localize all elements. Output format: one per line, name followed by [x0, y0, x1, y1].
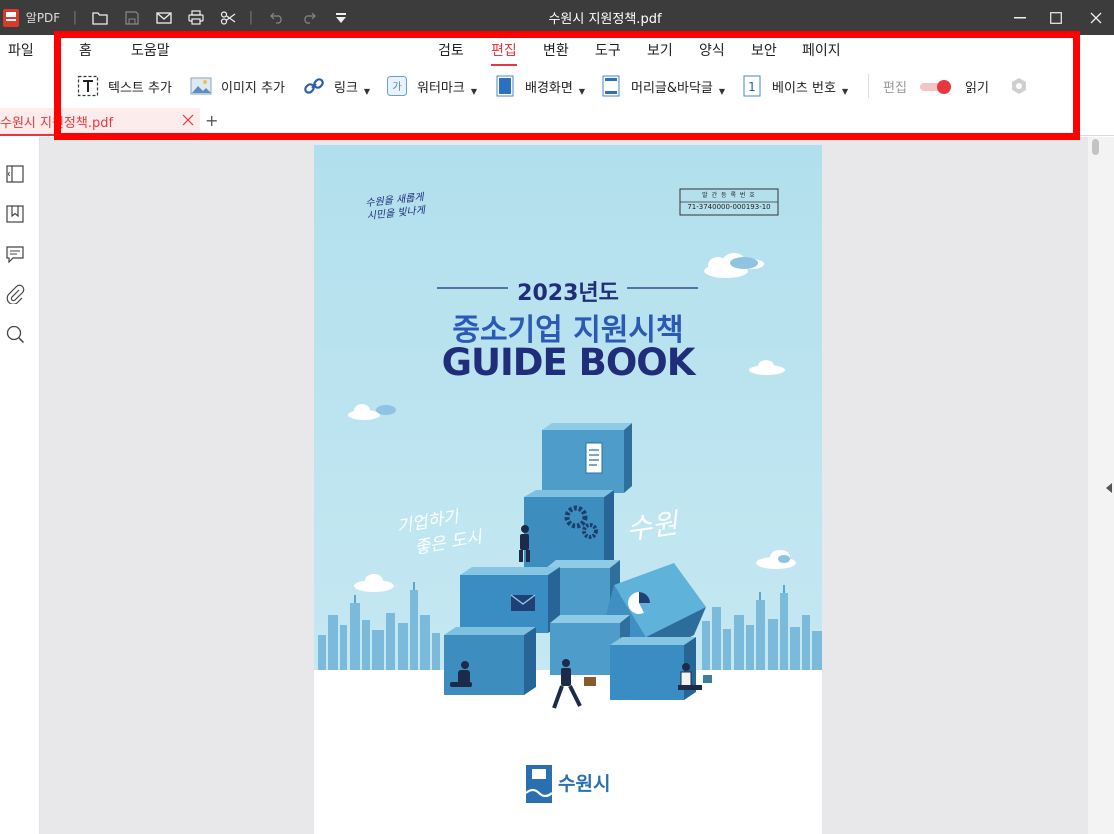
registration-number: 71-3740000-000193-10 — [680, 203, 778, 211]
menu-review[interactable]: 검토 — [438, 40, 464, 60]
chevron-down-icon[interactable]: ▼ — [364, 87, 370, 96]
edit-read-toggle[interactable] — [918, 79, 954, 95]
bookmark-icon[interactable] — [4, 203, 26, 225]
background-icon — [494, 75, 516, 97]
svg-text:1: 1 — [748, 80, 756, 94]
document-tab[interactable]: 수원시 지원정책.pdf — [0, 108, 200, 136]
minimize-icon[interactable] — [1004, 0, 1036, 35]
settings-icon[interactable] — [1009, 76, 1029, 96]
undo-icon[interactable] — [266, 0, 288, 35]
panel-toggle-icon[interactable] — [4, 163, 26, 185]
chevron-down-icon[interactable]: ▼ — [719, 87, 725, 96]
toolbar-divider — [868, 74, 869, 98]
link-label: 링크 — [334, 77, 358, 96]
bates-number-label: 베이츠 번호 — [772, 77, 836, 96]
link-button[interactable]: 링크 ▼ — [303, 72, 370, 100]
menu-home[interactable]: 홈 — [79, 40, 92, 60]
read-mode-label: 읽기 — [965, 72, 989, 100]
header-footer-icon — [600, 75, 622, 97]
edit-mode-label: 편집 — [883, 72, 907, 100]
menu-convert[interactable]: 변환 — [543, 40, 569, 60]
mail-icon[interactable] — [153, 0, 175, 35]
menu-tools[interactable]: 도구 — [595, 40, 621, 60]
document-tab-bar: 수원시 지원정책.pdf + — [0, 108, 1114, 136]
menu-security[interactable]: 보안 — [751, 40, 777, 60]
maximize-icon[interactable] — [1040, 0, 1072, 35]
app-logo-icon — [0, 0, 22, 35]
header-footer-button[interactable]: 머리글&바닥글 ▼ — [600, 72, 725, 100]
menu-edit[interactable]: 편집 — [491, 40, 517, 60]
add-image-label: 이미지 추가 — [221, 77, 285, 96]
add-image-button[interactable]: 이미지 추가 — [190, 72, 285, 100]
cover-subtitle: GUIDE BOOK — [314, 341, 822, 384]
pdf-page: 수원을 새롭게 시민을 빛나게 발 간 등 록 번 호 71-3740000-0… — [314, 145, 822, 834]
background-label: 배경화면 — [525, 77, 573, 96]
link-icon — [303, 75, 325, 97]
cover-year: 2023년도 — [314, 275, 822, 307]
svg-text:가: 가 — [392, 81, 401, 93]
quick-access-dropdown-icon[interactable] — [330, 0, 352, 35]
print-icon[interactable] — [185, 0, 207, 35]
menu-page[interactable]: 페이지 — [802, 40, 841, 60]
title-bar: 알PDF | | 수원시 지원정책.pdf — [0, 0, 1114, 35]
comment-icon[interactable] — [4, 243, 26, 265]
expand-right-panel-icon[interactable] — [1106, 482, 1112, 497]
text-box-icon — [77, 75, 99, 97]
separator: | — [70, 0, 80, 35]
registration-label: 발 간 등 록 번 호 — [680, 190, 778, 199]
new-tab-button[interactable]: + — [205, 111, 218, 130]
add-text-label: 텍스트 추가 — [108, 77, 172, 96]
vertical-scrollbar[interactable] — [1092, 139, 1099, 155]
scissors-icon[interactable] — [217, 0, 239, 35]
watermark-icon: 가 — [386, 75, 408, 97]
bates-number-icon: 1 — [741, 75, 763, 97]
add-text-button[interactable]: 텍스트 추가 — [77, 72, 172, 100]
watermark-label: 워터마크 — [417, 77, 465, 96]
redo-icon[interactable] — [298, 0, 320, 35]
window-title: 수원시 지원정책.pdf — [450, 0, 760, 35]
close-window-icon[interactable] — [1080, 0, 1112, 35]
cover-logo-text: 수원시 — [558, 769, 610, 796]
close-tab-icon[interactable] — [182, 114, 194, 130]
document-tab-title: 수원시 지원정책.pdf — [0, 112, 113, 131]
separator: | — [246, 0, 256, 35]
right-scroll-area — [1088, 137, 1114, 834]
watermark-button[interactable]: 가 워터마크 ▼ — [386, 72, 477, 100]
menu-help[interactable]: 도움말 — [131, 40, 170, 60]
search-icon[interactable] — [4, 323, 26, 345]
chevron-down-icon[interactable]: ▼ — [579, 87, 585, 96]
cover-artwork — [314, 145, 822, 834]
menu-file[interactable]: 파일 — [8, 40, 34, 60]
menu-form[interactable]: 양식 — [699, 40, 725, 60]
cover-city-script: 수원 — [623, 502, 680, 549]
background-button[interactable]: 배경화면 ▼ — [494, 72, 585, 100]
chevron-down-icon[interactable]: ▼ — [842, 87, 848, 96]
chevron-down-icon[interactable]: ▼ — [471, 87, 477, 96]
bates-number-button[interactable]: 1 베이츠 번호 ▼ — [741, 72, 848, 100]
open-folder-icon[interactable] — [89, 0, 111, 35]
attachment-icon[interactable] — [4, 283, 26, 305]
save-icon[interactable] — [121, 0, 143, 35]
app-name: 알PDF — [23, 0, 63, 35]
header-footer-label: 머리글&바닥글 — [631, 77, 713, 96]
menu-view[interactable]: 보기 — [647, 40, 673, 60]
left-sidebar — [0, 137, 40, 834]
image-icon — [190, 75, 212, 97]
